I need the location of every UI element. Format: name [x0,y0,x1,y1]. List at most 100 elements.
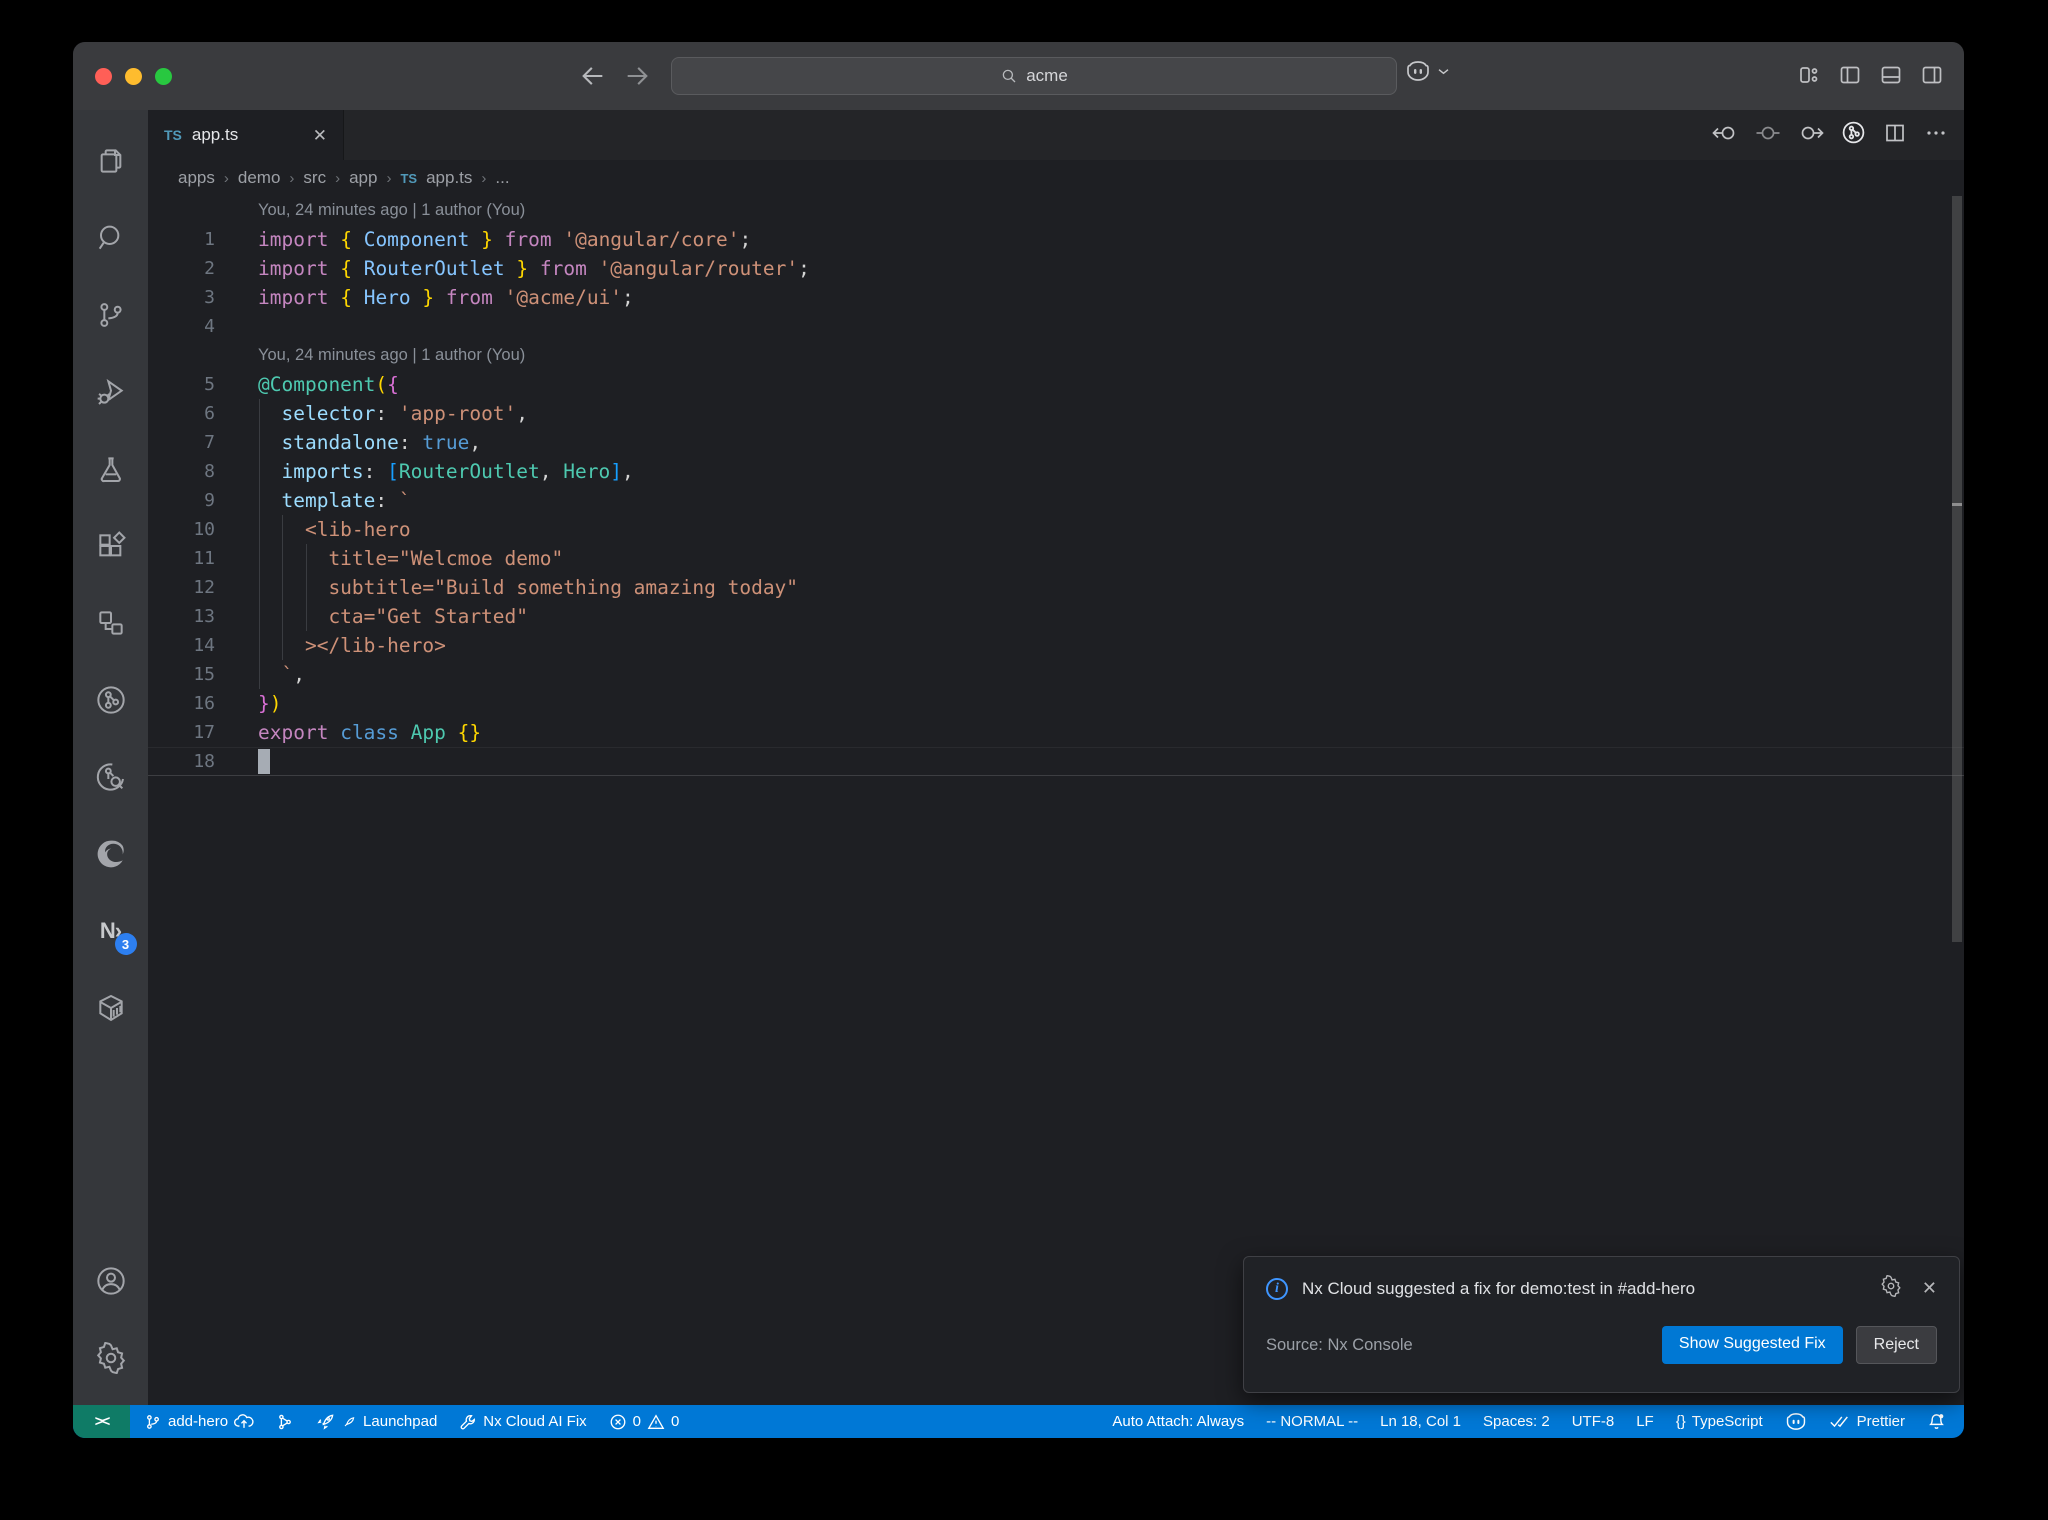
code-line[interactable]: 4 [148,312,1964,341]
edge-devtools-icon[interactable] [94,837,128,871]
breadcrumb-item[interactable]: src [303,168,326,188]
code-line[interactable]: 8 imports: [RouterOutlet, Hero], [148,457,1964,486]
line-number[interactable]: 18 [148,747,215,776]
language-mode-status[interactable]: {} TypeScript [1676,1413,1763,1430]
line-number[interactable]: 13 [148,602,215,631]
containers-icon[interactable] [94,991,128,1025]
code-line[interactable]: 5 @Component({ [148,370,1964,399]
line-number[interactable]: 8 [148,457,215,486]
customize-layout-button[interactable] [1797,63,1821,87]
settings-gear-icon[interactable] [94,1341,128,1375]
vim-mode-status[interactable]: -- NORMAL -- [1266,1413,1358,1430]
line-number[interactable]: 2 [148,254,215,283]
remote-indicator[interactable]: >< [73,1405,130,1438]
toggle-primary-sidebar-button[interactable] [1838,63,1862,87]
nav-next-change-icon[interactable] [1798,123,1824,148]
prettier-status[interactable]: Prettier [1829,1413,1905,1430]
code-line[interactable]: 1 import { Component } from '@angular/cor… [148,225,1964,254]
nav-previous-change-icon[interactable] [1712,123,1738,148]
close-window-button[interactable] [95,67,112,85]
git-branch-status[interactable]: add-hero [144,1413,254,1431]
explorer-icon[interactable] [94,144,128,178]
code-line[interactable]: 9 template: ` [148,486,1964,515]
code-line[interactable]: 15 `, [148,660,1964,689]
notification-settings-gear-icon[interactable] [1880,1274,1902,1302]
commit-graph-icon[interactable] [94,683,128,717]
more-actions-icon[interactable] [1924,121,1948,150]
breadcrumb-file[interactable]: app.ts [426,168,472,188]
run-target-icon[interactable] [1841,120,1866,150]
breadcrumb-item[interactable]: demo [238,168,281,188]
code-line[interactable]: 2 import { RouterOutlet } from '@angular/… [148,254,1964,283]
accounts-icon[interactable] [94,1264,128,1298]
run-debug-icon[interactable] [94,375,128,409]
line-number[interactable]: 11 [148,544,215,573]
extensions-icon[interactable] [94,529,128,563]
git-graph-status-icon[interactable] [276,1413,294,1431]
testing-icon[interactable] [94,452,128,486]
gitlens-search-icon[interactable] [94,760,128,794]
breadcrumb-item[interactable]: apps [178,168,215,188]
code-line[interactable]: 7 standalone: true, [148,428,1964,457]
code-line[interactable]: 6 selector: 'app-root', [148,399,1964,428]
reject-button[interactable]: Reject [1855,1326,1937,1364]
breadcrumb-symbol-tail[interactable]: ... [495,168,509,188]
line-number[interactable]: 14 [148,631,215,660]
line-number[interactable]: 10 [148,515,215,544]
eol-status[interactable]: LF [1636,1413,1654,1430]
tab-app-ts[interactable]: TS app.ts ✕ [148,110,344,160]
line-number[interactable]: 6 [148,399,215,428]
command-center-search[interactable]: acme [671,57,1397,95]
line-number[interactable]: 12 [148,573,215,602]
code-editor[interactable]: You, 24 minutes ago | 1 author (You) 1 imp… [148,196,1964,1405]
line-number[interactable]: 5 [148,370,215,399]
maximize-window-button[interactable] [155,67,172,85]
line-number[interactable]: 4 [148,312,215,341]
indent-guide [259,573,260,602]
code-line[interactable]: 14 ></lib-hero> [148,631,1964,660]
code-line[interactable]: 13 cta="Get Started" [148,602,1964,631]
code-line[interactable]: 3 import { Hero } from '@acme/ui'; [148,283,1964,312]
line-number[interactable]: 16 [148,689,215,718]
code-line[interactable]: 12 subtitle="Build something amazing tod… [148,573,1964,602]
code-line[interactable]: 10 <lib-hero [148,515,1964,544]
show-suggested-fix-button[interactable]: Show Suggested Fix [1661,1326,1843,1364]
problems-status[interactable]: 0 0 [609,1413,679,1431]
notification-close-icon[interactable]: ✕ [1922,1278,1937,1299]
line-number[interactable]: 7 [148,428,215,457]
toggle-secondary-sidebar-button[interactable] [1920,63,1944,87]
copilot-menu-button[interactable] [1405,60,1450,82]
nx-cloud-fix-status[interactable]: Nx Cloud AI Fix [459,1413,587,1431]
launchpad-status[interactable]: Launchpad [316,1412,437,1431]
vertical-scrollbar[interactable] [1952,196,1962,942]
indentation-status[interactable]: Spaces: 2 [1483,1413,1550,1430]
source-control-icon[interactable] [94,298,128,332]
auto-attach-status[interactable]: Auto Attach: Always [1112,1413,1244,1430]
close-tab-icon[interactable]: ✕ [313,127,327,144]
code-line[interactable]: 18 [148,747,1964,776]
code-text: ></lib-hero> [258,634,446,657]
nx-console-icon[interactable]: N› 3 [94,914,137,955]
breadcrumb-item[interactable]: app [349,168,377,188]
split-editor-icon[interactable] [1883,121,1907,150]
navigate-forward-button[interactable] [623,62,651,90]
line-number[interactable]: 15 [148,660,215,689]
nav-current-change-icon[interactable] [1755,123,1781,148]
code-line[interactable]: 11 title="Welcmoe demo" [148,544,1964,573]
line-number[interactable]: 9 [148,486,215,515]
encoding-status[interactable]: UTF-8 [1572,1413,1615,1430]
minimize-window-button[interactable] [125,67,142,85]
search-icon[interactable] [94,221,128,255]
copilot-status-icon[interactable] [1785,1412,1807,1431]
code-line[interactable]: 17 export class App {} [148,718,1964,747]
line-number[interactable]: 3 [148,283,215,312]
navigate-back-button[interactable] [579,62,607,90]
notifications-bell-icon[interactable] [1927,1412,1946,1431]
cursor-position-status[interactable]: Ln 18, Col 1 [1380,1413,1461,1430]
line-number[interactable]: 1 [148,225,215,254]
references-icon[interactable] [94,606,128,640]
line-number[interactable]: 17 [148,718,215,747]
code-line[interactable]: 16}) [148,689,1964,718]
toggle-panel-button[interactable] [1879,63,1903,87]
